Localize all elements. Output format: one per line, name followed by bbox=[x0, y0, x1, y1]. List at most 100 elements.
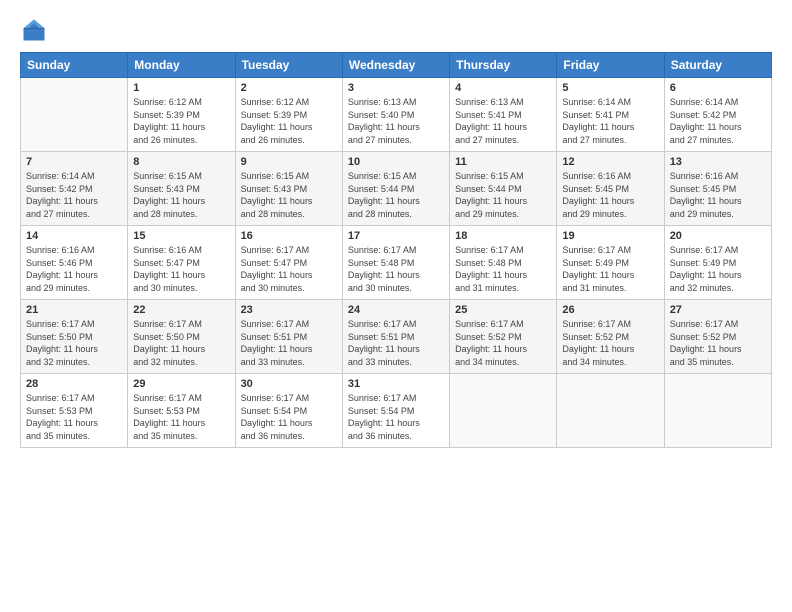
day-info: Sunrise: 6:17 AM Sunset: 5:49 PM Dayligh… bbox=[562, 244, 658, 294]
day-info: Sunrise: 6:16 AM Sunset: 5:47 PM Dayligh… bbox=[133, 244, 229, 294]
calendar-day-cell: 16 Sunrise: 6:17 AM Sunset: 5:47 PM Dayli… bbox=[235, 226, 342, 300]
day-number: 8 bbox=[133, 156, 229, 168]
day-info: Sunrise: 6:17 AM Sunset: 5:54 PM Dayligh… bbox=[348, 392, 444, 442]
day-info: Sunrise: 6:17 AM Sunset: 5:48 PM Dayligh… bbox=[348, 244, 444, 294]
calendar-day-cell: 3 Sunrise: 6:13 AM Sunset: 5:40 PM Daylig… bbox=[342, 78, 449, 152]
day-number: 25 bbox=[455, 304, 551, 316]
weekday-header-tuesday: Tuesday bbox=[235, 53, 342, 78]
day-info: Sunrise: 6:17 AM Sunset: 5:52 PM Dayligh… bbox=[562, 318, 658, 368]
day-info: Sunrise: 6:17 AM Sunset: 5:47 PM Dayligh… bbox=[241, 244, 337, 294]
calendar-day-cell: 8 Sunrise: 6:15 AM Sunset: 5:43 PM Daylig… bbox=[128, 152, 235, 226]
calendar-week-row: 21 Sunrise: 6:17 AM Sunset: 5:50 PM Dayli… bbox=[21, 300, 772, 374]
weekday-header-monday: Monday bbox=[128, 53, 235, 78]
calendar-week-row: 14 Sunrise: 6:16 AM Sunset: 5:46 PM Dayli… bbox=[21, 226, 772, 300]
day-info: Sunrise: 6:12 AM Sunset: 5:39 PM Dayligh… bbox=[241, 96, 337, 146]
calendar-day-cell: 5 Sunrise: 6:14 AM Sunset: 5:41 PM Daylig… bbox=[557, 78, 664, 152]
day-number: 1 bbox=[133, 82, 229, 94]
calendar-day-cell: 15Sunrise: 6:16 AM Sunset: 5:47 PM Dayli… bbox=[128, 226, 235, 300]
logo-icon bbox=[20, 16, 48, 44]
calendar-week-row: 28 Sunrise: 6:17 AM Sunset: 5:53 PM Dayli… bbox=[21, 374, 772, 448]
day-number: 31 bbox=[348, 378, 444, 390]
calendar-week-row: 7 Sunrise: 6:14 AM Sunset: 5:42 PM Daylig… bbox=[21, 152, 772, 226]
day-number: 17 bbox=[348, 230, 444, 242]
calendar-day-cell: 19 Sunrise: 6:17 AM Sunset: 5:49 PM Dayli… bbox=[557, 226, 664, 300]
calendar-day-cell: 30 Sunrise: 6:17 AM Sunset: 5:54 PM Dayli… bbox=[235, 374, 342, 448]
day-number: 18 bbox=[455, 230, 551, 242]
day-number: 22 bbox=[133, 304, 229, 316]
day-number: 29 bbox=[133, 378, 229, 390]
calendar-body: 1 Sunrise: 6:12 AM Sunset: 5:39 PM Daylig… bbox=[21, 78, 772, 448]
calendar-day-cell: 11 Sunrise: 6:15 AM Sunset: 5:44 PM Dayli… bbox=[450, 152, 557, 226]
calendar-day-cell: 29 Sunrise: 6:17 AM Sunset: 5:53 PM Dayli… bbox=[128, 374, 235, 448]
day-number: 12 bbox=[562, 156, 658, 168]
day-info: Sunrise: 6:14 AM Sunset: 5:42 PM Dayligh… bbox=[26, 170, 122, 220]
day-info: Sunrise: 6:16 AM Sunset: 5:46 PM Dayligh… bbox=[26, 244, 122, 294]
calendar-day-cell: 10Sunrise: 6:15 AM Sunset: 5:44 PM Dayli… bbox=[342, 152, 449, 226]
day-number: 2 bbox=[241, 82, 337, 94]
calendar-day-cell bbox=[450, 374, 557, 448]
day-info: Sunrise: 6:17 AM Sunset: 5:52 PM Dayligh… bbox=[670, 318, 766, 368]
calendar-table: SundayMondayTuesdayWednesdayThursdayFrid… bbox=[20, 52, 772, 448]
calendar-day-cell: 17 Sunrise: 6:17 AM Sunset: 5:48 PM Dayli… bbox=[342, 226, 449, 300]
weekday-header-row: SundayMondayTuesdayWednesdayThursdayFrid… bbox=[21, 53, 772, 78]
weekday-header-thursday: Thursday bbox=[450, 53, 557, 78]
day-info: Sunrise: 6:14 AM Sunset: 5:41 PM Dayligh… bbox=[562, 96, 658, 146]
calendar-day-cell: 14 Sunrise: 6:16 AM Sunset: 5:46 PM Dayli… bbox=[21, 226, 128, 300]
day-number: 16 bbox=[241, 230, 337, 242]
day-number: 23 bbox=[241, 304, 337, 316]
calendar-day-cell: 2 Sunrise: 6:12 AM Sunset: 5:39 PM Daylig… bbox=[235, 78, 342, 152]
calendar-day-cell: 21 Sunrise: 6:17 AM Sunset: 5:50 PM Dayli… bbox=[21, 300, 128, 374]
day-info: Sunrise: 6:16 AM Sunset: 5:45 PM Dayligh… bbox=[670, 170, 766, 220]
day-number: 4 bbox=[455, 82, 551, 94]
day-number: 19 bbox=[562, 230, 658, 242]
day-info: Sunrise: 6:12 AM Sunset: 5:39 PM Dayligh… bbox=[133, 96, 229, 146]
day-number: 26 bbox=[562, 304, 658, 316]
day-info: Sunrise: 6:17 AM Sunset: 5:54 PM Dayligh… bbox=[241, 392, 337, 442]
calendar-day-cell: 31 Sunrise: 6:17 AM Sunset: 5:54 PM Dayli… bbox=[342, 374, 449, 448]
calendar-day-cell: 18Sunrise: 6:17 AM Sunset: 5:48 PM Dayli… bbox=[450, 226, 557, 300]
day-info: Sunrise: 6:17 AM Sunset: 5:49 PM Dayligh… bbox=[670, 244, 766, 294]
calendar-day-cell: 26 Sunrise: 6:17 AM Sunset: 5:52 PM Dayli… bbox=[557, 300, 664, 374]
day-number: 21 bbox=[26, 304, 122, 316]
day-number: 20 bbox=[670, 230, 766, 242]
logo bbox=[20, 16, 52, 44]
day-number: 3 bbox=[348, 82, 444, 94]
day-number: 5 bbox=[562, 82, 658, 94]
calendar-day-cell: 20 Sunrise: 6:17 AM Sunset: 5:49 PM Dayli… bbox=[664, 226, 771, 300]
calendar-day-cell: 28Sunrise: 6:17 AM Sunset: 5:53 PM Dayli… bbox=[21, 374, 128, 448]
weekday-header-sunday: Sunday bbox=[21, 53, 128, 78]
calendar-header: SundayMondayTuesdayWednesdayThursdayFrid… bbox=[21, 53, 772, 78]
day-number: 24 bbox=[348, 304, 444, 316]
day-info: Sunrise: 6:15 AM Sunset: 5:44 PM Dayligh… bbox=[455, 170, 551, 220]
calendar-day-cell: 25 Sunrise: 6:17 AM Sunset: 5:52 PM Dayli… bbox=[450, 300, 557, 374]
day-number: 28 bbox=[26, 378, 122, 390]
day-info: Sunrise: 6:17 AM Sunset: 5:53 PM Dayligh… bbox=[133, 392, 229, 442]
weekday-header-friday: Friday bbox=[557, 53, 664, 78]
day-number: 9 bbox=[241, 156, 337, 168]
day-info: Sunrise: 6:14 AM Sunset: 5:42 PM Dayligh… bbox=[670, 96, 766, 146]
header-area bbox=[20, 16, 772, 44]
calendar-page: SundayMondayTuesdayWednesdayThursdayFrid… bbox=[0, 0, 792, 612]
day-info: Sunrise: 6:17 AM Sunset: 5:52 PM Dayligh… bbox=[455, 318, 551, 368]
day-info: Sunrise: 6:17 AM Sunset: 5:50 PM Dayligh… bbox=[26, 318, 122, 368]
day-info: Sunrise: 6:17 AM Sunset: 5:50 PM Dayligh… bbox=[133, 318, 229, 368]
calendar-day-cell: 13Sunrise: 6:16 AM Sunset: 5:45 PM Dayli… bbox=[664, 152, 771, 226]
day-info: Sunrise: 6:17 AM Sunset: 5:51 PM Dayligh… bbox=[241, 318, 337, 368]
weekday-header-saturday: Saturday bbox=[664, 53, 771, 78]
calendar-day-cell: 23 Sunrise: 6:17 AM Sunset: 5:51 PM Dayli… bbox=[235, 300, 342, 374]
calendar-day-cell: 24 Sunrise: 6:17 AM Sunset: 5:51 PM Dayli… bbox=[342, 300, 449, 374]
day-number: 14 bbox=[26, 230, 122, 242]
day-info: Sunrise: 6:13 AM Sunset: 5:41 PM Dayligh… bbox=[455, 96, 551, 146]
day-number: 11 bbox=[455, 156, 551, 168]
calendar-day-cell bbox=[664, 374, 771, 448]
day-info: Sunrise: 6:17 AM Sunset: 5:51 PM Dayligh… bbox=[348, 318, 444, 368]
day-number: 6 bbox=[670, 82, 766, 94]
day-info: Sunrise: 6:15 AM Sunset: 5:43 PM Dayligh… bbox=[133, 170, 229, 220]
day-number: 30 bbox=[241, 378, 337, 390]
calendar-day-cell bbox=[21, 78, 128, 152]
day-info: Sunrise: 6:13 AM Sunset: 5:40 PM Dayligh… bbox=[348, 96, 444, 146]
calendar-day-cell: 12Sunrise: 6:16 AM Sunset: 5:45 PM Dayli… bbox=[557, 152, 664, 226]
day-number: 7 bbox=[26, 156, 122, 168]
weekday-header-wednesday: Wednesday bbox=[342, 53, 449, 78]
calendar-day-cell: 4 Sunrise: 6:13 AM Sunset: 5:41 PM Daylig… bbox=[450, 78, 557, 152]
